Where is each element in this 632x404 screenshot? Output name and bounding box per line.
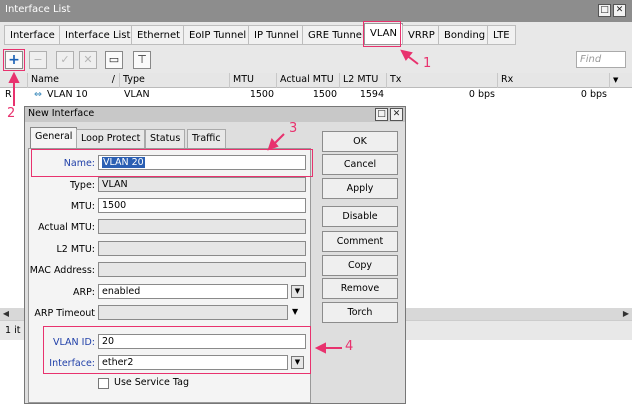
arrow-step4-head: [314, 342, 326, 354]
annotation-step4: 4: [345, 339, 354, 354]
annotation-arrows: [8, 49, 419, 354]
arrow-step2-head: [8, 71, 20, 83]
annotation-step2: 2: [7, 106, 16, 121]
annotation-step1: 1: [423, 56, 432, 71]
annotation-step3: 3: [289, 121, 298, 136]
